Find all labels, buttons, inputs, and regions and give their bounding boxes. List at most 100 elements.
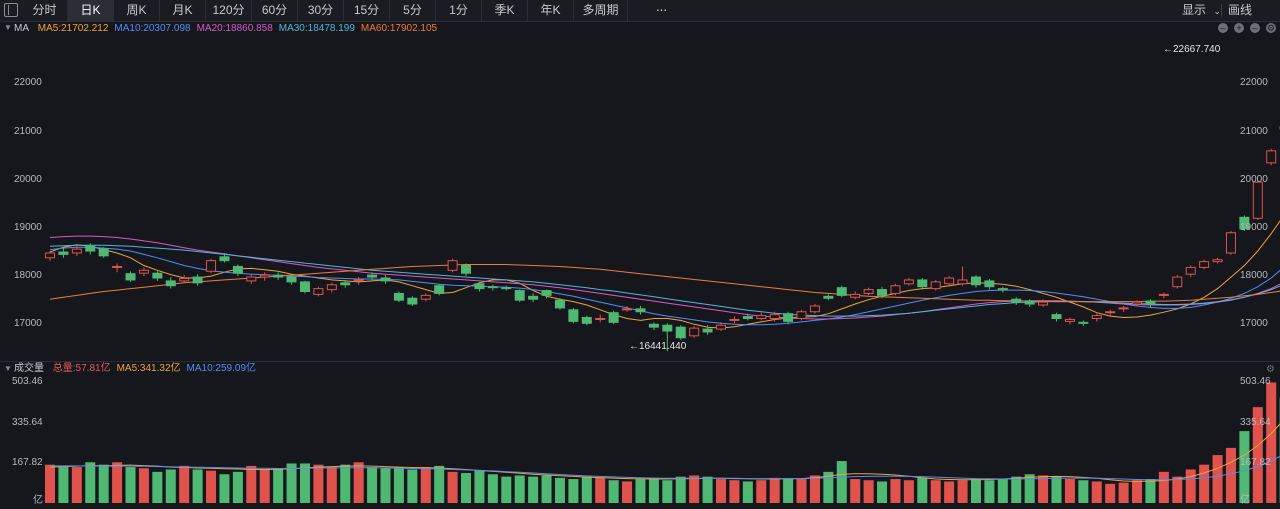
volume-bar: [380, 468, 391, 503]
candle: [259, 272, 270, 281]
candle: [823, 294, 834, 301]
ma-line-ma10: [49, 246, 1280, 326]
candle: [138, 267, 149, 277]
remove-icon[interactable]: –: [1218, 23, 1228, 33]
volume-bar: [326, 467, 337, 503]
price-tick-right-5: 17000: [1240, 318, 1268, 330]
candle: [1185, 265, 1196, 278]
volume-bar: [1212, 455, 1223, 503]
volume-bar: [890, 479, 901, 503]
candle: [1266, 148, 1277, 166]
volume-bar: [353, 462, 364, 503]
volume-bar: [71, 467, 82, 503]
candle: [380, 275, 391, 284]
period-tab-10[interactable]: 季K: [482, 0, 528, 21]
volume-bar: [1118, 482, 1129, 503]
volume-bar: [165, 469, 176, 503]
candle: [1172, 275, 1183, 289]
sidebar-toggle-icon[interactable]: [4, 3, 18, 17]
period-tab-11[interactable]: 年K: [528, 0, 574, 21]
candle: [58, 248, 69, 258]
candle: [675, 325, 686, 340]
indicator-name[interactable]: MA: [14, 23, 29, 34]
candle: [420, 293, 431, 302]
volume-bar: [541, 475, 552, 503]
price-tick-left-5: 17000: [14, 318, 42, 330]
volume-bar: [487, 474, 498, 503]
volume-tick-right-2: 167.82: [1240, 456, 1271, 468]
volume-bar: [944, 481, 955, 503]
candle: [648, 322, 659, 331]
period-tab-1[interactable]: 日K: [68, 0, 114, 21]
volume-bar: [809, 475, 820, 503]
moving-average-lines: [49, 220, 1280, 329]
candle: [1225, 230, 1236, 255]
candle: [581, 315, 592, 326]
candle: [125, 271, 136, 282]
period-tab-4[interactable]: 120分: [206, 0, 252, 21]
volume-bar: [58, 467, 69, 503]
more-periods-button[interactable]: ···: [650, 0, 672, 21]
volume-bar: [769, 477, 780, 503]
volume-bar: [407, 469, 418, 503]
volume-bar: [1158, 471, 1169, 503]
period-tab-5[interactable]: 60分: [252, 0, 298, 21]
display-menu-button[interactable]: 显示 ⌄: [1182, 0, 1221, 21]
candle: [595, 314, 606, 323]
volume-bar: [1132, 480, 1143, 503]
volume-bar: [125, 467, 136, 503]
candle: [461, 263, 472, 277]
period-tab-2[interactable]: 周K: [114, 0, 160, 21]
minimize-icon[interactable]: –: [1250, 23, 1260, 33]
draw-line-button[interactable]: 画线: [1228, 0, 1252, 21]
volume-bar: [447, 471, 458, 503]
volume-bar: [716, 479, 726, 503]
volume-settings-icon[interactable]: ⚙: [1266, 364, 1275, 375]
ma-line-ma5: [49, 220, 1280, 329]
period-tab-3[interactable]: 月K: [160, 0, 206, 21]
stock-chart[interactable]: [0, 0, 1280, 509]
price-legend-item-2: MA20:18860.858: [196, 23, 273, 34]
volume-bar: [581, 476, 592, 503]
period-tab-6[interactable]: 30分: [298, 0, 344, 21]
period-tab-12[interactable]: 多周期: [574, 0, 628, 21]
volume-bar: [434, 465, 445, 503]
period-tab-8[interactable]: 5分: [390, 0, 436, 21]
period-tab-0[interactable]: 分时: [22, 0, 68, 21]
volume-legend-item-2: MA10:259.09亿: [186, 363, 257, 374]
collapse-price-pane-icon[interactable]: ▼: [4, 23, 12, 32]
candle: [970, 275, 981, 288]
volume-bar: [1199, 464, 1210, 503]
period-tab-9[interactable]: 1分: [436, 0, 482, 21]
volume-bar: [702, 476, 713, 503]
price-tick-left-2: 20000: [14, 173, 42, 185]
volume-pane-title[interactable]: 成交量: [14, 363, 44, 374]
collapse-volume-pane-icon[interactable]: ▼: [4, 364, 12, 373]
candle: [903, 278, 914, 286]
volume-bar: [729, 480, 740, 503]
period-tab-7[interactable]: 15分: [344, 0, 390, 21]
volume-bar: [662, 480, 673, 503]
volume-bar: [393, 467, 404, 503]
volume-bar: [367, 467, 378, 503]
candle: [206, 258, 217, 274]
volume-bar: [1078, 480, 1089, 503]
volume-bar: [420, 467, 431, 503]
period-toolbar: 分时 日K 周K 月K 120分 60分 30分 15分 5分 1分 季K 年K 多周期 ··· 显示 …: [0, 0, 1280, 22]
candle: [930, 279, 941, 291]
volume-legend-item-0: 总量:57.81亿: [52, 363, 111, 374]
volume-bar: [286, 463, 297, 503]
volume-bar: [1051, 476, 1062, 503]
candle: [528, 293, 539, 303]
candle: [434, 283, 445, 296]
volume-bar: [850, 479, 861, 503]
settings-icon[interactable]: ⚙: [1266, 23, 1276, 33]
volume-unit-left: 亿: [33, 495, 43, 506]
candle: [501, 285, 512, 291]
volume-bar: [138, 468, 149, 503]
price-legend-item-0: MA5:21702.212: [37, 23, 109, 34]
candle: [112, 263, 123, 273]
add-icon[interactable]: +: [1234, 23, 1244, 33]
volume-bar: [246, 465, 257, 503]
volume-bar: [957, 480, 968, 503]
